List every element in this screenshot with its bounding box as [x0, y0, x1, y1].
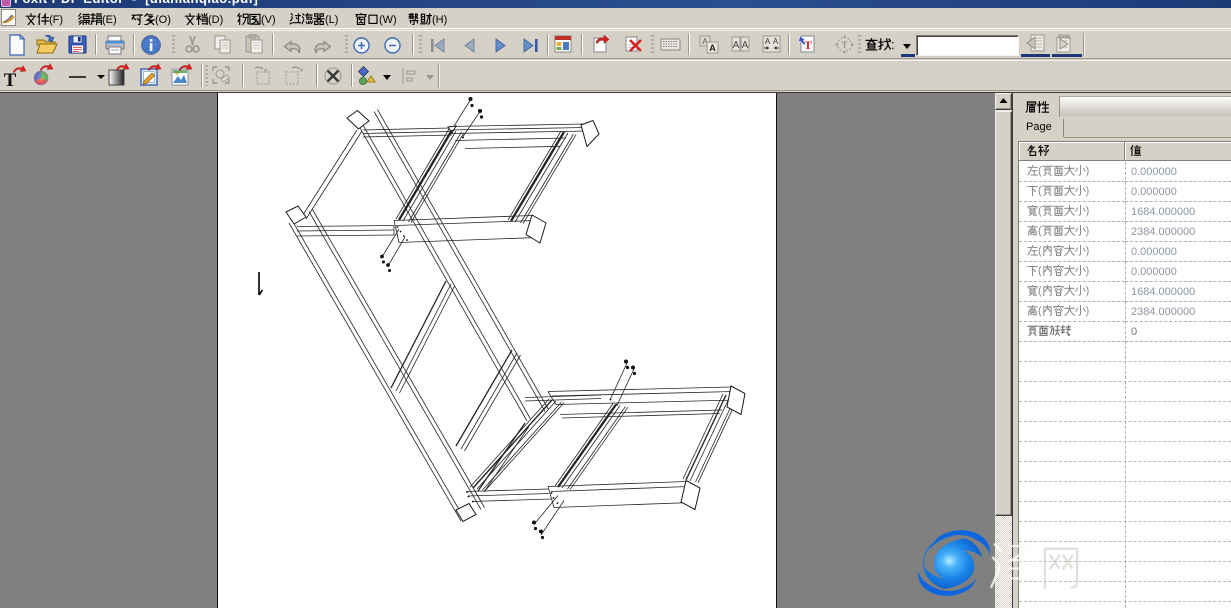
svg-text:A: A	[709, 43, 716, 53]
svg-text:A: A	[733, 40, 740, 51]
svg-text:T: T	[4, 70, 17, 90]
svg-text:T: T	[842, 40, 848, 50]
svg-text:A: A	[742, 40, 749, 51]
svg-text:A: A	[765, 37, 771, 46]
svg-text:A: A	[773, 37, 779, 46]
